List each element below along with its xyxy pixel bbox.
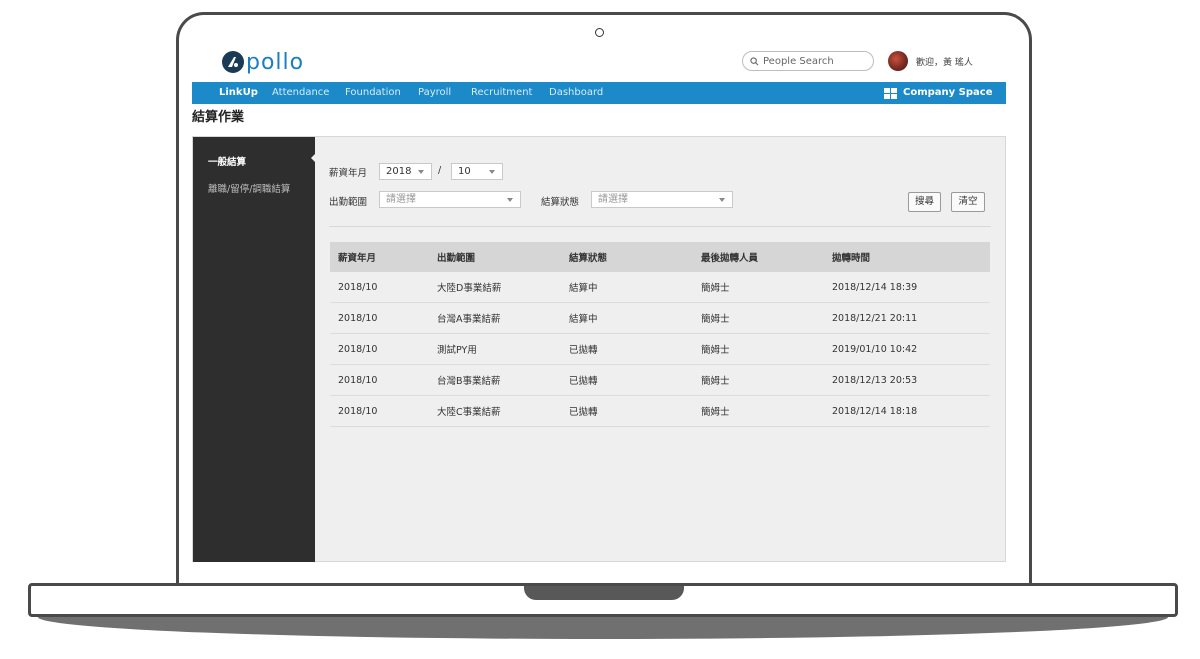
- column-header[interactable]: 最後拋轉人員: [693, 242, 824, 272]
- logo-text: pollo: [246, 49, 305, 75]
- table-row[interactable]: 2018/10 測試PY用 已拋轉 簡姆士 2019/01/10 10:42: [330, 333, 990, 365]
- chevron-down-icon: [489, 170, 495, 174]
- people-search-input[interactable]: People Search: [742, 51, 874, 71]
- range-select[interactable]: 請選擇: [379, 191, 521, 208]
- cell-period: 2018/10: [330, 333, 429, 365]
- company-space-link[interactable]: Company Space: [884, 82, 992, 104]
- user-avatar[interactable]: [888, 51, 908, 71]
- nav-item-attendance[interactable]: Attendance: [272, 82, 329, 104]
- sidebar: 一般結算 離職/留停/調職結算: [193, 137, 316, 562]
- filter-divider: [329, 226, 991, 227]
- month-value: 10: [458, 166, 471, 177]
- nav-item-dashboard[interactable]: Dashboard: [549, 82, 603, 104]
- cell-operator: 簡姆士: [693, 395, 824, 427]
- range-placeholder: 請選擇: [386, 194, 416, 205]
- month-select[interactable]: 10: [451, 163, 503, 180]
- column-header[interactable]: 薪資年月: [330, 242, 429, 272]
- chevron-down-icon: [507, 198, 513, 202]
- cell-range: 大陸C事業結薪: [429, 395, 561, 427]
- cell-operator: 簡姆士: [693, 302, 824, 334]
- column-header[interactable]: 拋轉時間: [824, 242, 990, 272]
- company-space-label: Company Space: [903, 87, 993, 98]
- cell-period: 2018/10: [330, 364, 429, 396]
- year-select[interactable]: 2018: [379, 163, 432, 180]
- cell-operator: 簡姆士: [693, 364, 824, 396]
- settlement-main: 薪資年月 2018 / 10 出勤範圍 請選擇 結算狀態 請選擇 搜尋 清空 薪…: [315, 137, 1005, 562]
- cell-time: 2018/12/13 20:53: [824, 364, 990, 396]
- cell-time: 2018/12/14 18:39: [824, 272, 990, 303]
- sidebar-item-leave-settlement[interactable]: 離職/留停/調職結算: [208, 181, 290, 195]
- table-row[interactable]: 2018/10 台灣A事業結薪 結算中 簡姆士 2018/12/21 20:11: [330, 302, 990, 334]
- search-placeholder: People Search: [763, 55, 834, 67]
- top-bar: pollo People Search 歡迎，黃 瑤人: [192, 42, 1006, 81]
- settlement-table: 薪資年月 出勤範圍 結算狀態 最後拋轉人員 拋轉時間 2018/10 大陸D事業…: [330, 242, 990, 427]
- table-header-row: 薪資年月 出勤範圍 結算狀態 最後拋轉人員 拋轉時間: [330, 242, 990, 272]
- status-label: 結算狀態: [541, 197, 580, 208]
- laptop-bottom: [38, 617, 1168, 639]
- cell-range: 台灣A事業結薪: [429, 302, 561, 334]
- nav-item-foundation[interactable]: Foundation: [345, 82, 401, 104]
- cell-period: 2018/10: [330, 302, 429, 334]
- nav-item-linkup[interactable]: LinkUp: [219, 82, 258, 104]
- cell-period: 2018/10: [330, 395, 429, 427]
- logo-mark-icon: [222, 51, 244, 73]
- camera-icon: [595, 28, 604, 37]
- cell-status: 已拋轉: [561, 395, 693, 427]
- column-header[interactable]: 結算狀態: [561, 242, 693, 272]
- cell-time: 2019/01/10 10:42: [824, 333, 990, 365]
- range-label: 出勤範圍: [329, 197, 368, 208]
- table-row[interactable]: 2018/10 大陸D事業結薪 結算中 簡姆士 2018/12/14 18:39: [330, 272, 990, 303]
- laptop-notch: [524, 586, 684, 600]
- table-row[interactable]: 2018/10 大陸C事業結薪 已拋轉 簡姆士 2018/12/14 18:18: [330, 395, 990, 427]
- cell-time: 2018/12/21 20:11: [824, 302, 990, 334]
- nav-item-payroll[interactable]: Payroll: [418, 82, 451, 104]
- laptop-mockup: pollo People Search 歡迎，黃 瑤人 LinkUp Atten…: [0, 0, 1200, 659]
- chevron-down-icon: [719, 198, 725, 202]
- cell-status: 已拋轉: [561, 364, 693, 396]
- search-button[interactable]: 搜尋: [908, 192, 941, 212]
- page-title: 結算作業: [192, 110, 245, 125]
- column-header[interactable]: 出勤範圍: [429, 242, 561, 272]
- year-value: 2018: [386, 166, 412, 177]
- cell-range: 大陸D事業結薪: [429, 272, 561, 303]
- cell-status: 結算中: [561, 302, 693, 334]
- chevron-down-icon: [418, 170, 424, 174]
- welcome-text[interactable]: 歡迎，黃 瑤人: [916, 55, 973, 68]
- sidebar-item-general-settlement[interactable]: 一般結算: [208, 154, 246, 168]
- search-icon: [750, 56, 759, 65]
- status-select[interactable]: 請選擇: [591, 191, 733, 208]
- status-placeholder: 請選擇: [598, 194, 628, 205]
- table-row[interactable]: 2018/10 台灣B事業結薪 已拋轉 簡姆士 2018/12/13 20:53: [330, 364, 990, 396]
- app-screen: pollo People Search 歡迎，黃 瑤人 LinkUp Atten…: [192, 42, 1006, 562]
- cell-operator: 簡姆士: [693, 272, 824, 303]
- cell-status: 已拋轉: [561, 333, 693, 365]
- grid-icon: [884, 87, 897, 99]
- main-nav: LinkUp Attendance Foundation Payroll Rec…: [192, 82, 1006, 104]
- nav-item-recruitment[interactable]: Recruitment: [471, 82, 532, 104]
- cell-range: 測試PY用: [429, 333, 561, 365]
- period-label: 薪資年月: [329, 168, 368, 179]
- cell-period: 2018/10: [330, 272, 429, 303]
- cell-range: 台灣B事業結薪: [429, 364, 561, 396]
- clear-button[interactable]: 清空: [951, 192, 985, 212]
- cell-time: 2018/12/14 18:18: [824, 395, 990, 427]
- apollo-logo[interactable]: pollo: [222, 48, 304, 76]
- content-panel: 一般結算 離職/留停/調職結算 薪資年月 2018 / 10 出勤範圍 請選擇 …: [192, 136, 1006, 562]
- period-separator: /: [438, 165, 442, 176]
- cell-status: 結算中: [561, 272, 693, 303]
- cell-operator: 簡姆士: [693, 333, 824, 365]
